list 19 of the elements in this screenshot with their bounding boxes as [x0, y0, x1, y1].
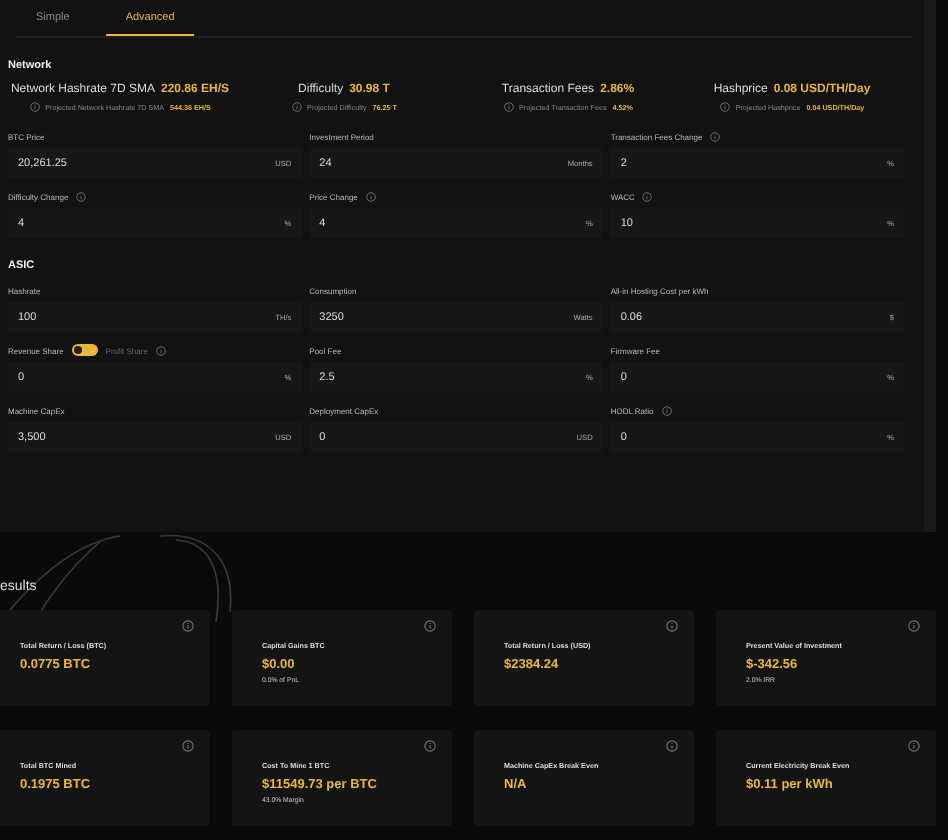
- info-icon[interactable]: [424, 740, 436, 752]
- info-icon[interactable]: [666, 740, 678, 752]
- info-icon[interactable]: [642, 191, 653, 201]
- info-icon[interactable]: [155, 345, 166, 355]
- info-icon[interactable]: [710, 131, 721, 141]
- info-icon[interactable]: [503, 102, 514, 112]
- info-icon[interactable]: [291, 102, 302, 112]
- info-icon[interactable]: [365, 191, 376, 201]
- toggle-switch[interactable]: [71, 344, 98, 356]
- info-icon[interactable]: [719, 102, 730, 112]
- info-icon[interactable]: [182, 740, 194, 752]
- info-icon[interactable]: [182, 620, 194, 632]
- info-icon[interactable]: [424, 620, 436, 632]
- info-icon[interactable]: [661, 405, 672, 415]
- info-icon[interactable]: [76, 191, 87, 201]
- info-icon[interactable]: [908, 740, 920, 752]
- info-icon[interactable]: [666, 620, 678, 632]
- info-icon[interactable]: [29, 102, 40, 112]
- info-icon[interactable]: [908, 620, 920, 632]
